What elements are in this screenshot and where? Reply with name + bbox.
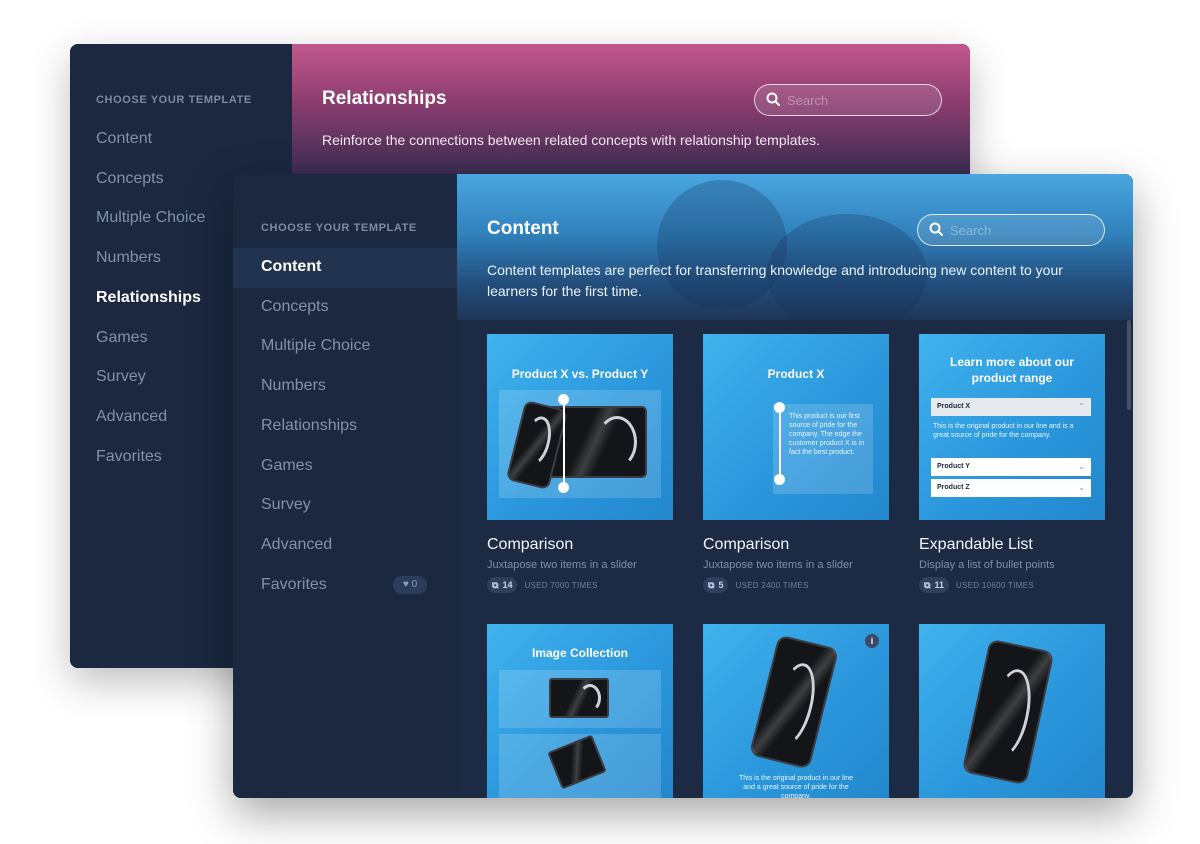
card-title: Comparison: [487, 536, 574, 553]
template-card-expandable-list[interactable]: Learn more about our product range Produ…: [919, 334, 1105, 593]
back-page-title: Relationships: [322, 88, 447, 109]
back-sidebar-heading: CHOOSE YOUR TEMPLATE: [96, 94, 252, 106]
back-sidebar-item-games[interactable]: Games: [96, 329, 148, 347]
sidebar-item-content[interactable]: Content: [261, 258, 321, 276]
back-sidebar-item-numbers[interactable]: Numbers: [96, 249, 161, 267]
main-content: Content Content templates are perfect fo…: [457, 174, 1133, 798]
back-sidebar-item-concepts[interactable]: Concepts: [96, 170, 164, 188]
sidebar-item-favorites[interactable]: Favorites: [261, 576, 327, 594]
template-thumbnail: Product X This product is our first sour…: [703, 334, 889, 520]
phone-caption: This is the original product in our line…: [738, 775, 853, 798]
list-row-expanded: Product X ⌃: [931, 398, 1091, 416]
template-thumbnail: [919, 624, 1105, 798]
list-row: Product Y ⌄: [931, 458, 1091, 476]
sidebar-heading: CHOOSE YOUR TEMPLATE: [261, 222, 417, 234]
back-sidebar-item-content[interactable]: Content: [96, 130, 152, 148]
template-thumbnail: i This is the original product in our li…: [703, 624, 889, 798]
page-title: Content: [487, 218, 559, 239]
used-times-label: USED 7000 TIMES: [524, 580, 598, 590]
slider-handle: [558, 482, 569, 493]
info-icon[interactable]: i: [865, 634, 879, 648]
list-expanded-text: This is the original product in our line…: [933, 423, 1074, 439]
template-card-phone[interactable]: [919, 624, 1105, 798]
sidebar-item-relationships[interactable]: Relationships: [261, 417, 357, 435]
sidebar-item-concepts[interactable]: Concepts: [261, 298, 329, 316]
thumbnail-title: Product X vs. Product Y: [511, 367, 649, 381]
thumbnail-title: Product X: [767, 367, 825, 381]
sidebar-item-survey[interactable]: Survey: [261, 496, 311, 514]
thumbnail-title: Learn more about our product range: [949, 355, 1074, 385]
copy-icon: ⧉: [924, 579, 931, 590]
back-sidebar-item-multiple-choice[interactable]: Multiple Choice: [96, 209, 205, 227]
back-sidebar-item-advanced[interactable]: Advanced: [96, 408, 167, 426]
search-box[interactable]: [917, 214, 1105, 246]
search-input[interactable]: [950, 215, 1090, 245]
usage-count: 5: [718, 580, 724, 590]
back-search-box[interactable]: [754, 84, 942, 116]
used-times-label: USED 2400 TIMES: [735, 580, 809, 590]
sidebar-item-multiple-choice[interactable]: Multiple Choice: [261, 337, 370, 355]
phone-image: [961, 638, 1055, 786]
usage-count: 11: [934, 580, 944, 590]
template-card-image-collection[interactable]: Image Collection: [487, 624, 673, 798]
card-subtitle: Display a list of bullet points: [919, 559, 1055, 571]
template-card-comparison[interactable]: Product X vs. Product Y Comparison Juxta…: [487, 334, 673, 593]
page-description: Content templates are perfect for transf…: [487, 262, 1063, 299]
usage-count: 14: [502, 580, 513, 590]
header-banner: Content Content templates are perfect fo…: [457, 174, 1133, 320]
card-meta: ⧉ 5 USED 2400 TIMES: [703, 577, 889, 593]
back-search-input[interactable]: [787, 85, 927, 115]
sidebar: CHOOSE YOUR TEMPLATE Content Concepts Mu…: [233, 174, 457, 798]
slider-text: This product is our first source of prid…: [789, 413, 865, 456]
card-subtitle: Juxtapose two items in a slider: [487, 559, 637, 571]
card-subtitle: Juxtapose two items in a slider: [703, 559, 853, 571]
favorites-count-badge: ♥ 0: [393, 576, 427, 594]
card-title: Comparison: [703, 536, 790, 553]
search-icon: [766, 92, 780, 106]
back-sidebar-item-favorites[interactable]: Favorites: [96, 448, 162, 466]
card-meta: ⧉ 14 USED 7000 TIMES: [487, 577, 673, 593]
slider-handle: [558, 394, 569, 405]
template-chooser-window: CHOOSE YOUR TEMPLATE Content Concepts Mu…: [233, 174, 1133, 798]
copy-icon: ⧉: [492, 579, 499, 590]
search-icon: [929, 222, 943, 236]
card-title: Expandable List: [919, 536, 1033, 553]
template-card-comparison[interactable]: Product X This product is our first sour…: [703, 334, 889, 593]
template-card-phone[interactable]: i This is the original product in our li…: [703, 624, 889, 798]
scrollbar[interactable]: [1127, 320, 1131, 410]
used-times-label: USED 10600 TIMES: [955, 580, 1034, 590]
template-thumbnail: Learn more about our product range Produ…: [919, 334, 1105, 520]
sidebar-item-advanced[interactable]: Advanced: [261, 536, 332, 554]
slider-line: [563, 400, 565, 488]
back-header-banner: Relationships Reinforce the connections …: [292, 44, 970, 174]
card-meta: ⧉ 11 USED 10600 TIMES: [919, 577, 1105, 593]
slider-handle: [774, 402, 785, 413]
back-sidebar-item-relationships[interactable]: Relationships: [96, 289, 201, 307]
template-thumbnail: Image Collection: [487, 624, 673, 798]
back-page-description: Reinforce the connections between relate…: [322, 132, 821, 148]
copy-icon: ⧉: [708, 579, 715, 590]
template-thumbnail: Product X vs. Product Y: [487, 334, 673, 520]
usage-count-pill: ⧉ 5: [703, 577, 729, 593]
usage-count-pill: ⧉ 11: [919, 577, 949, 593]
slider-line: [779, 406, 781, 480]
sidebar-item-numbers[interactable]: Numbers: [261, 377, 326, 395]
slider-handle: [774, 474, 785, 485]
usage-count-pill: ⧉ 14: [487, 577, 518, 593]
list-row: Product Z ⌄: [931, 479, 1091, 497]
laptop-image: [549, 678, 609, 718]
sidebar-item-games[interactable]: Games: [261, 457, 313, 475]
thumbnail-title: Image Collection: [531, 646, 629, 660]
back-sidebar-item-survey[interactable]: Survey: [96, 368, 146, 386]
phone-image: [748, 634, 840, 770]
